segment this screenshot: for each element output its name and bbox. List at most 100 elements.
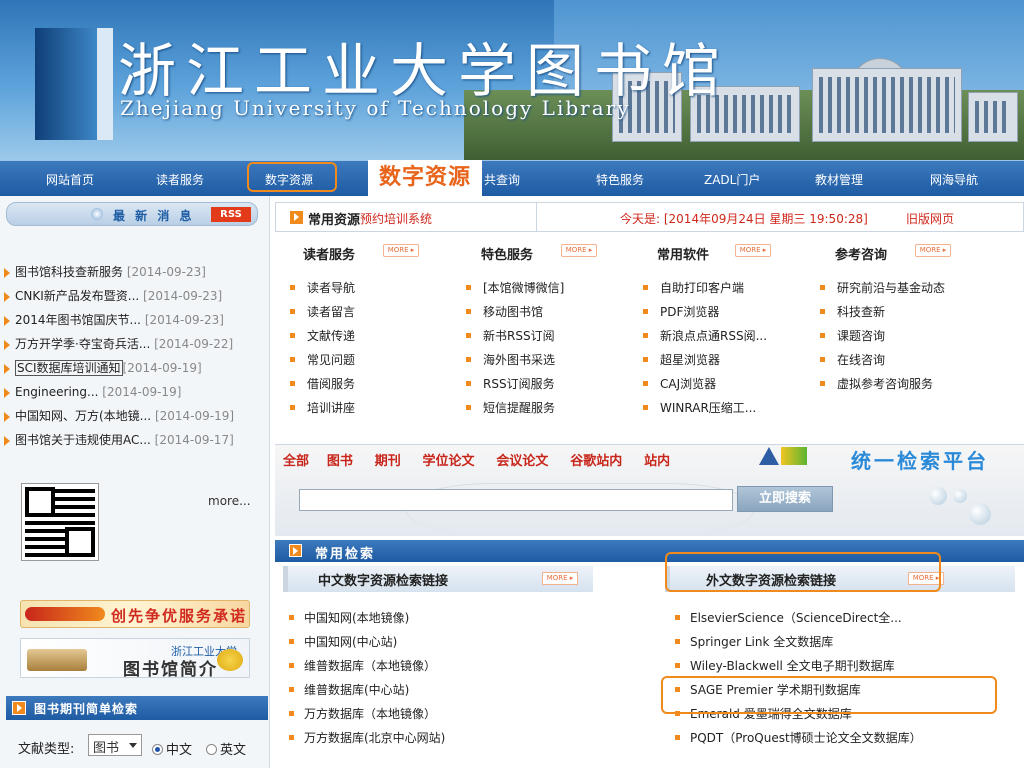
tab-site[interactable]: 站内	[644, 450, 670, 469]
arrow-icon	[4, 315, 10, 326]
link-item[interactable]: 在线咨询	[805, 348, 945, 372]
nav-item-web-navigation[interactable]: 网海导航	[930, 171, 978, 188]
db-link[interactable]: Wiley-Blackwell 全文电子期刊数据库	[661, 654, 922, 678]
radio-unselected-icon	[206, 744, 217, 755]
software-list: 自助打印客户端 PDF浏览器 新浪点点通RSS阅... 超星浏览器 CAJ浏览器…	[628, 276, 767, 420]
news-item[interactable]: 图书馆科技查新服务 [2014-09-23]	[4, 260, 266, 284]
db-link[interactable]: PQDT（ProQuest博硕士论文全文数据库）	[661, 726, 922, 750]
common-search-title: 常用检索	[315, 547, 376, 562]
db-link[interactable]: 维普数据库（本地镜像）	[275, 654, 445, 678]
leaf-icon	[217, 649, 243, 671]
play-icon	[12, 701, 26, 715]
nav-item-special-services[interactable]: 特色服务	[596, 171, 644, 188]
link-item[interactable]: WINRAR压缩工...	[628, 396, 767, 420]
chevron-down-icon	[129, 743, 137, 748]
news-item[interactable]: Engineering... [2014-09-19]	[4, 380, 266, 404]
play-icon	[290, 211, 303, 224]
bullet-icon	[91, 208, 103, 220]
db-link[interactable]: Springer Link 全文数据库	[661, 630, 922, 654]
training-booking-link[interactable]: 预约培训系统	[360, 210, 432, 227]
link-item[interactable]: 研究前沿与基金动态	[805, 276, 945, 300]
news-item[interactable]: SCI数据库培训通知 [2014-09-19]	[4, 356, 266, 380]
main-content: 常用资源 预约培训系统 今天是: [2014年09月24日 星期三 19:50:…	[275, 196, 1024, 768]
banner-building	[968, 92, 1018, 142]
link-item[interactable]: 新书RSS订阅	[451, 324, 564, 348]
link-item[interactable]: 培训讲座	[275, 396, 355, 420]
link-item[interactable]: 科技查新	[805, 300, 945, 324]
news-item[interactable]: 万方开学季·夺宝奇兵活... [2014-09-22]	[4, 332, 266, 356]
resources-bar: 常用资源 预约培训系统 今天是: [2014年09月24日 星期三 19:50:…	[275, 202, 1024, 232]
link-item[interactable]: 超星浏览器	[628, 348, 767, 372]
tab-all[interactable]: 全部	[283, 450, 309, 469]
news-item[interactable]: 中国知网、万方(本地镜... [2014-09-19]	[4, 404, 266, 428]
link-item[interactable]: CAJ浏览器	[628, 372, 767, 396]
catalog-search-title: 图书期刊简单检索	[34, 702, 139, 716]
link-item[interactable]: 短信提醒服务	[451, 396, 564, 420]
more-button[interactable]: MORE ▸	[735, 244, 771, 257]
nav-item-textbook-management[interactable]: 教材管理	[815, 171, 863, 188]
qr-code-icon	[21, 483, 99, 561]
link-item[interactable]: 新浪点点通RSS阅...	[628, 324, 767, 348]
tab-google-site[interactable]: 谷歌站内	[570, 450, 622, 469]
more-button[interactable]: MORE ▸	[561, 244, 597, 257]
link-item[interactable]: 海外图书采选	[451, 348, 564, 372]
book-icon	[27, 649, 87, 671]
db-link[interactable]: 维普数据库(中心站)	[275, 678, 445, 702]
link-item[interactable]: 课题咨询	[805, 324, 945, 348]
nav-item-zadl-portal[interactable]: ZADL门户	[704, 171, 760, 188]
news-item[interactable]: CNKI新产品发布暨资... [2014-09-23]	[4, 284, 266, 308]
tab-books[interactable]: 图书	[327, 450, 353, 469]
more-button[interactable]: MORE ▸	[383, 244, 419, 257]
radio-selected-icon	[152, 744, 163, 755]
news-header: 最 新 消 息 RSS	[6, 202, 258, 226]
link-item[interactable]: PDF浏览器	[628, 300, 767, 324]
db-link[interactable]: 万方数据库(北京中心网站)	[275, 726, 445, 750]
nav-item-home[interactable]: 网站首页	[46, 171, 94, 188]
zadl-logo-icon	[759, 447, 809, 465]
db-link[interactable]: 中国知网(中心站)	[275, 630, 445, 654]
link-item[interactable]: 文献传递	[275, 324, 355, 348]
library-logo-mark	[35, 28, 113, 140]
nav-item-reader-services[interactable]: 读者服务	[156, 171, 204, 188]
old-version-link[interactable]: 旧版网页	[906, 210, 954, 227]
db-link[interactable]: 万方数据库（本地镜像）	[275, 702, 445, 726]
link-item[interactable]: 自助打印客户端	[628, 276, 767, 300]
search-input[interactable]	[299, 489, 733, 511]
link-item[interactable]: RSS订阅服务	[451, 372, 564, 396]
link-item[interactable]: 常见问题	[275, 348, 355, 372]
site-banner: 浙江工业大学图书馆 Zhejiang University of Technol…	[0, 0, 1024, 160]
link-item[interactable]: 读者留言	[275, 300, 355, 324]
library-intro-banner[interactable]: 浙江工业大学 图书馆简介	[20, 638, 250, 680]
doc-type-value: 图书	[93, 741, 120, 756]
more-button[interactable]: MORE ▸	[915, 244, 951, 257]
doc-type-label: 文献类型:	[18, 742, 75, 757]
news-item[interactable]: 2014年图书馆国庆节... [2014-09-23]	[4, 308, 266, 332]
nav-item-query[interactable]: 共查询	[484, 171, 520, 188]
rss-icon[interactable]: RSS	[211, 207, 251, 222]
link-item[interactable]: 读者导航	[275, 276, 355, 300]
tab-theses[interactable]: 学位论文	[423, 450, 475, 469]
link-item[interactable]: 移动图书馆	[451, 300, 564, 324]
more-button[interactable]: MORE ▸	[542, 572, 578, 585]
unified-search-title: 统一检索平台	[851, 449, 989, 473]
reference-list: 研究前沿与基金动态 科技查新 课题咨询 在线咨询 虚拟参考咨询服务	[805, 276, 945, 396]
db-link[interactable]: ElsevierScience（ScienceDirect全...	[661, 606, 922, 630]
catalog-search-header: 图书期刊简单检索	[6, 696, 268, 720]
link-item[interactable]: 借阅服务	[275, 372, 355, 396]
search-button[interactable]: 立即搜索	[737, 486, 833, 512]
db-link[interactable]: 中国知网(本地镜像)	[275, 606, 445, 630]
current-date: 今天是: [2014年09月24日 星期三 19:50:28]	[620, 212, 868, 226]
news-more-link[interactable]: more...	[208, 494, 251, 508]
arrow-icon	[4, 291, 10, 302]
tab-journals[interactable]: 期刊	[375, 450, 401, 469]
service-pledge-banner[interactable]: 创先争优服务承诺	[20, 600, 250, 628]
doc-type-select[interactable]: 图书	[88, 734, 142, 756]
arrow-icon	[4, 363, 10, 374]
cn-resources-title: 中文数字资源检索链接	[318, 574, 449, 589]
radio-english[interactable]: 英文	[206, 739, 246, 758]
news-item[interactable]: 图书馆关于违规使用AC... [2014-09-17]	[4, 428, 266, 452]
radio-chinese[interactable]: 中文	[152, 739, 192, 758]
tab-conference[interactable]: 会议论文	[496, 450, 548, 469]
link-item[interactable]: [本馆微博微信]	[451, 276, 564, 300]
link-item[interactable]: 虚拟参考咨询服务	[805, 372, 945, 396]
